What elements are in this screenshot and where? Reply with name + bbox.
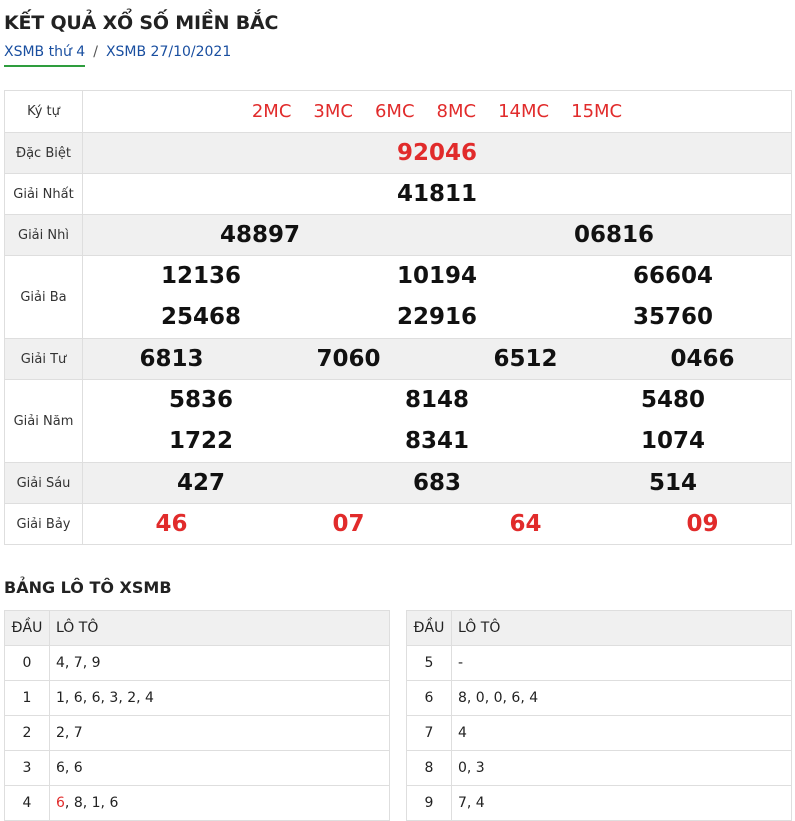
row-dac-biet: Đặc Biệt 92046 — [4, 132, 792, 174]
col-header-loto: LÔ TÔ — [49, 610, 390, 646]
loto-values: 2, 7 — [49, 715, 390, 751]
ky-tu-code: 6MC — [374, 101, 415, 122]
fifth-prize-number: 1074 — [640, 428, 705, 454]
fourth-prize-number: 6813 — [139, 346, 204, 372]
loto-dau: 2 — [4, 715, 50, 751]
breadcrumb-link-date[interactable]: XSMB 27/10/2021 — [106, 44, 231, 67]
loto-dau: 6 — [406, 680, 452, 716]
loto-row: 8 0, 3 — [406, 750, 792, 786]
sixth-prize-number: 683 — [412, 470, 461, 496]
loto-table-left: ĐẦU LÔ TÔ 0 4, 7, 9 1 1, 6, 6, 3, 2, 4 2… — [4, 610, 390, 821]
second-prize-number: 48897 — [219, 222, 301, 248]
third-prize-number: 35760 — [632, 304, 714, 330]
loto-values-rest: , 8, 1, 6 — [64, 795, 119, 811]
loto-values: 0, 3 — [451, 750, 792, 786]
loto-dau: 9 — [406, 785, 452, 821]
third-prize-number: 66604 — [632, 263, 714, 289]
seventh-prize-number: 64 — [509, 511, 542, 537]
ky-tu-code: 3MC — [313, 101, 353, 122]
row-giai-nhi: Giải Nhì 48897 06816 — [4, 214, 792, 256]
row-label: Giải Nhất — [4, 173, 83, 215]
fifth-prize-number: 8148 — [404, 387, 469, 413]
loto-section-title: BẢNG LÔ TÔ XSMB — [4, 578, 172, 597]
row-label: Giải Bảy — [4, 503, 83, 545]
ky-tu-code: 2MC — [251, 101, 292, 122]
fifth-prize-number: 1722 — [168, 428, 233, 454]
loto-row: 4 6, 8, 1, 6 — [4, 785, 390, 821]
fourth-prize-number: 6512 — [493, 346, 558, 372]
row-label: Giải Tư — [4, 338, 83, 380]
ky-tu-code: 15MC — [571, 101, 623, 122]
loto-dau: 3 — [4, 750, 50, 786]
col-header-dau: ĐẦU — [4, 610, 50, 646]
loto-row: 3 6, 6 — [4, 750, 390, 786]
loto-values: - — [451, 645, 792, 681]
loto-values: 1, 6, 6, 3, 2, 4 — [49, 680, 390, 716]
loto-values: 7, 4 — [451, 785, 792, 821]
loto-values: 4, 7, 9 — [49, 645, 390, 681]
loto-header-row: ĐẦU LÔ TÔ — [4, 610, 390, 646]
loto-dau: 7 — [406, 715, 452, 751]
breadcrumb: XSMB thứ 4 / XSMB 27/10/2021 — [4, 44, 231, 67]
row-label: Ký tự — [4, 90, 83, 133]
row-giai-tu: Giải Tư 6813 7060 6512 0466 — [4, 338, 792, 380]
row-label: Giải Sáu — [4, 462, 83, 504]
page-title: KẾT QUẢ XỔ SỐ MIỀN BẮC — [4, 12, 279, 34]
fifth-prize-number: 5480 — [640, 387, 705, 413]
loto-row: 0 4, 7, 9 — [4, 645, 390, 681]
third-prize-number: 10194 — [396, 263, 478, 289]
fourth-prize-number: 0466 — [670, 346, 735, 372]
fourth-prize-number: 7060 — [316, 346, 381, 372]
col-header-dau: ĐẦU — [406, 610, 452, 646]
row-label: Giải Năm — [4, 379, 83, 463]
row-giai-sau: Giải Sáu 427 683 514 — [4, 462, 792, 504]
row-giai-ba: Giải Ba 12136 10194 66604 25468 22916 35… — [4, 255, 792, 339]
row-giai-nam: Giải Năm 5836 8148 5480 1722 8341 1074 — [4, 379, 792, 463]
row-label: Giải Nhì — [4, 214, 83, 256]
loto-dau: 4 — [4, 785, 50, 821]
row-giai-nhat: Giải Nhất 41811 — [4, 173, 792, 215]
fifth-prize-number: 5836 — [168, 387, 233, 413]
third-prize-number: 12136 — [160, 263, 242, 289]
third-prize-number: 25468 — [160, 304, 242, 330]
loto-row: 9 7, 4 — [406, 785, 792, 821]
third-prize-number: 22916 — [396, 304, 478, 330]
loto-dau: 1 — [4, 680, 50, 716]
fifth-prize-number: 8341 — [404, 428, 469, 454]
loto-row: 6 8, 0, 0, 6, 4 — [406, 680, 792, 716]
first-prize-number: 41811 — [82, 173, 792, 215]
breadcrumb-separator: / — [93, 44, 98, 60]
breadcrumb-link-xsmb-thu-4[interactable]: XSMB thứ 4 — [4, 44, 86, 67]
seventh-prize-number: 07 — [332, 511, 365, 537]
loto-dau: 5 — [406, 645, 452, 681]
row-giai-bay: Giải Bảy 46 07 64 09 — [4, 503, 792, 545]
second-prize-number: 06816 — [573, 222, 655, 248]
seventh-prize-number: 46 — [155, 511, 188, 537]
loto-values: 4 — [451, 715, 792, 751]
sixth-prize-number: 427 — [176, 470, 225, 496]
ky-tu-code: 8MC — [436, 101, 477, 122]
ky-tu-codes: 2MC 3MC 6MC 8MC 14MC 15MC — [83, 91, 791, 132]
loto-row: 7 4 — [406, 715, 792, 751]
loto-values: 6, 8, 1, 6 — [49, 785, 390, 821]
seventh-prize-number: 09 — [686, 511, 719, 537]
sixth-prize-number: 514 — [648, 470, 697, 496]
loto-values: 8, 0, 0, 6, 4 — [451, 680, 792, 716]
loto-table-right: ĐẦU LÔ TÔ 5 - 6 8, 0, 0, 6, 4 7 4 8 0, 3… — [406, 610, 792, 821]
loto-row: 5 - — [406, 645, 792, 681]
loto-row: 1 1, 6, 6, 3, 2, 4 — [4, 680, 390, 716]
loto-dau: 8 — [406, 750, 452, 786]
loto-header-row: ĐẦU LÔ TÔ — [406, 610, 792, 646]
row-label: Đặc Biệt — [4, 132, 83, 174]
special-prize-number: 92046 — [82, 132, 792, 174]
loto-highlight-value: 6 — [56, 795, 65, 811]
row-label: Giải Ba — [4, 255, 83, 339]
loto-dau: 0 — [4, 645, 50, 681]
results-table: Ký tự 2MC 3MC 6MC 8MC 14MC 15MC Đặc Biệt… — [4, 90, 792, 545]
loto-row: 2 2, 7 — [4, 715, 390, 751]
ky-tu-code: 14MC — [498, 101, 550, 122]
loto-values: 6, 6 — [49, 750, 390, 786]
row-ky-tu: Ký tự 2MC 3MC 6MC 8MC 14MC 15MC — [4, 90, 792, 133]
col-header-loto: LÔ TÔ — [451, 610, 792, 646]
